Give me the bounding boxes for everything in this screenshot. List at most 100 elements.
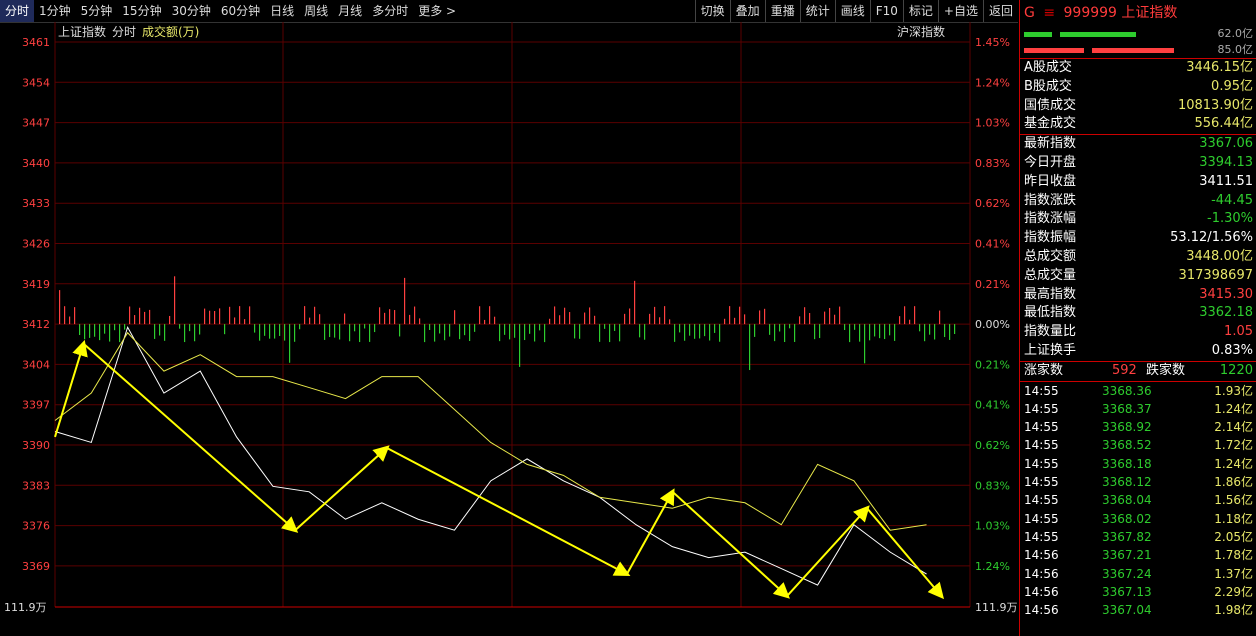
tick-row: 14:56 3367.24 1.37亿 xyxy=(1020,565,1256,583)
series-line-0 xyxy=(54,325,927,586)
volume-bar xyxy=(214,311,216,325)
quotes-label: 指数涨跌 xyxy=(1024,192,1077,208)
volume-bar xyxy=(914,306,916,325)
tick-p: 3367.21 xyxy=(1102,548,1152,563)
stats-label: 国债成交 xyxy=(1024,97,1077,113)
volume-bar xyxy=(399,324,401,337)
y-right-tick: 0.21% xyxy=(975,278,1010,291)
volume-bar xyxy=(894,324,896,341)
tick-row: 14:55 3368.12 1.86亿 xyxy=(1020,473,1256,491)
tool-button-4[interactable]: 画线 xyxy=(834,0,870,22)
tool-button-1[interactable]: 叠加 xyxy=(729,0,765,22)
volume-bar xyxy=(209,310,211,325)
volume-bar xyxy=(519,324,521,367)
tick-t: 14:55 xyxy=(1024,456,1059,471)
tab-0[interactable]: 分时 xyxy=(0,0,35,22)
tab-3[interactable]: 15分钟 xyxy=(117,0,166,22)
volume-bar xyxy=(719,324,721,342)
tick-a: 1.37亿 xyxy=(1214,566,1253,581)
volume-bar xyxy=(804,307,806,325)
legend-mode: 分时 xyxy=(112,25,136,39)
volume-bar xyxy=(689,324,691,336)
stats-row: A股成交 3446.15亿 xyxy=(1020,59,1256,78)
quotes-label: 最新指数 xyxy=(1024,136,1077,152)
fall-label: 跌家数 xyxy=(1146,362,1186,378)
volume-bar xyxy=(194,324,196,342)
volume-bar xyxy=(349,324,351,342)
volume-bar xyxy=(204,308,206,325)
tick-p: 3368.37 xyxy=(1102,401,1152,416)
volume-bar xyxy=(234,317,236,325)
volume-bar xyxy=(794,324,796,342)
quotes-row: 昨日收盘 3411.51 xyxy=(1020,173,1256,192)
volume-bar xyxy=(159,324,161,336)
volume-bar xyxy=(464,324,466,336)
tool-button-5[interactable]: F10 xyxy=(869,0,903,22)
volume-bar xyxy=(679,324,681,333)
volume-bar xyxy=(424,324,426,343)
volume-bar xyxy=(69,316,71,325)
tool-button-7[interactable]: +自选 xyxy=(937,0,983,22)
volume-bar xyxy=(149,309,151,325)
quotes-row: 最低指数 3362.18 xyxy=(1020,304,1256,323)
volume-bar xyxy=(684,324,686,341)
quotes-label: 总成交量 xyxy=(1024,267,1077,283)
volume-bar xyxy=(934,324,936,340)
tab-7[interactable]: 周线 xyxy=(299,0,333,22)
volume-bar xyxy=(454,310,456,325)
volume-bar xyxy=(879,324,881,339)
volume-bar xyxy=(814,324,816,340)
stats-label: B股成交 xyxy=(1024,78,1072,94)
volume-bar xyxy=(749,324,751,371)
volume-bar xyxy=(409,314,411,325)
tool-button-0[interactable]: 切换 xyxy=(694,0,730,22)
stats-value: 0.95亿 xyxy=(1211,78,1253,94)
quotes-value: 53.12/1.56% xyxy=(1170,230,1253,246)
rise-count: 592 xyxy=(1112,362,1137,378)
tab-8[interactable]: 月线 xyxy=(333,0,367,22)
tab-9[interactable]: 多分时 xyxy=(367,0,413,22)
volume-bar xyxy=(919,324,921,332)
volume-bar xyxy=(89,324,91,338)
volume-bar xyxy=(784,324,786,343)
volume-bar xyxy=(849,324,851,343)
volume-bar xyxy=(644,324,646,340)
volume-bar xyxy=(449,324,451,337)
quotes-value: 0.83% xyxy=(1211,342,1253,358)
volume-bar xyxy=(504,324,506,335)
tab-5[interactable]: 60分钟 xyxy=(216,0,265,22)
volume-bar xyxy=(309,317,311,325)
tab-4[interactable]: 30分钟 xyxy=(167,0,216,22)
tab-1[interactable]: 1分钟 xyxy=(34,0,76,22)
intraday-chart[interactable]: 3461 1.45% 3454 1.24% 3447 1.03% 3440 0.83% 3433… xyxy=(0,22,1018,636)
period-toolbar: 分时 1分钟 5分钟 15分钟 30分钟 60分钟 日线 周线 月线 多分时 更多 > 切换 叠加 重播统… xyxy=(0,0,1018,23)
volume-bar xyxy=(179,324,181,329)
volume-bar xyxy=(434,324,436,342)
tick-t: 14:55 xyxy=(1024,420,1059,435)
bar2-value: 85.0亿 xyxy=(1217,43,1254,56)
y-right-tick: 1.03% xyxy=(975,520,1010,533)
quotes-label: 今日开盘 xyxy=(1024,154,1077,170)
menu-icon[interactable]: ≡ xyxy=(1043,5,1055,21)
tab-6[interactable]: 日线 xyxy=(265,0,299,22)
tab-10[interactable]: 更多 > xyxy=(413,0,461,22)
tab-2[interactable]: 5分钟 xyxy=(76,0,118,22)
volume-bar xyxy=(414,306,416,325)
tick-a: 1.78亿 xyxy=(1214,548,1253,563)
tool-button-3[interactable]: 统计 xyxy=(799,0,835,22)
tool-button-8[interactable]: 返回 xyxy=(982,0,1018,22)
volume-bar xyxy=(124,324,126,330)
quotes-row: 总成交量 317398697 xyxy=(1020,267,1256,286)
volume-bar xyxy=(94,324,96,337)
volume-bar xyxy=(114,324,116,331)
sell-bar-row: 85.0亿 xyxy=(1020,42,1256,58)
volume-bar xyxy=(199,324,201,335)
volume-bar xyxy=(909,319,911,325)
quotes-label: 最低指数 xyxy=(1024,305,1077,321)
volume-bar xyxy=(674,324,676,342)
volume-bar xyxy=(264,324,266,336)
volume-bar xyxy=(574,324,576,339)
tool-button-2[interactable]: 重播 xyxy=(764,0,800,22)
quotes-label: 昨日收盘 xyxy=(1024,173,1077,189)
tool-button-6[interactable]: 标记 xyxy=(902,0,938,22)
